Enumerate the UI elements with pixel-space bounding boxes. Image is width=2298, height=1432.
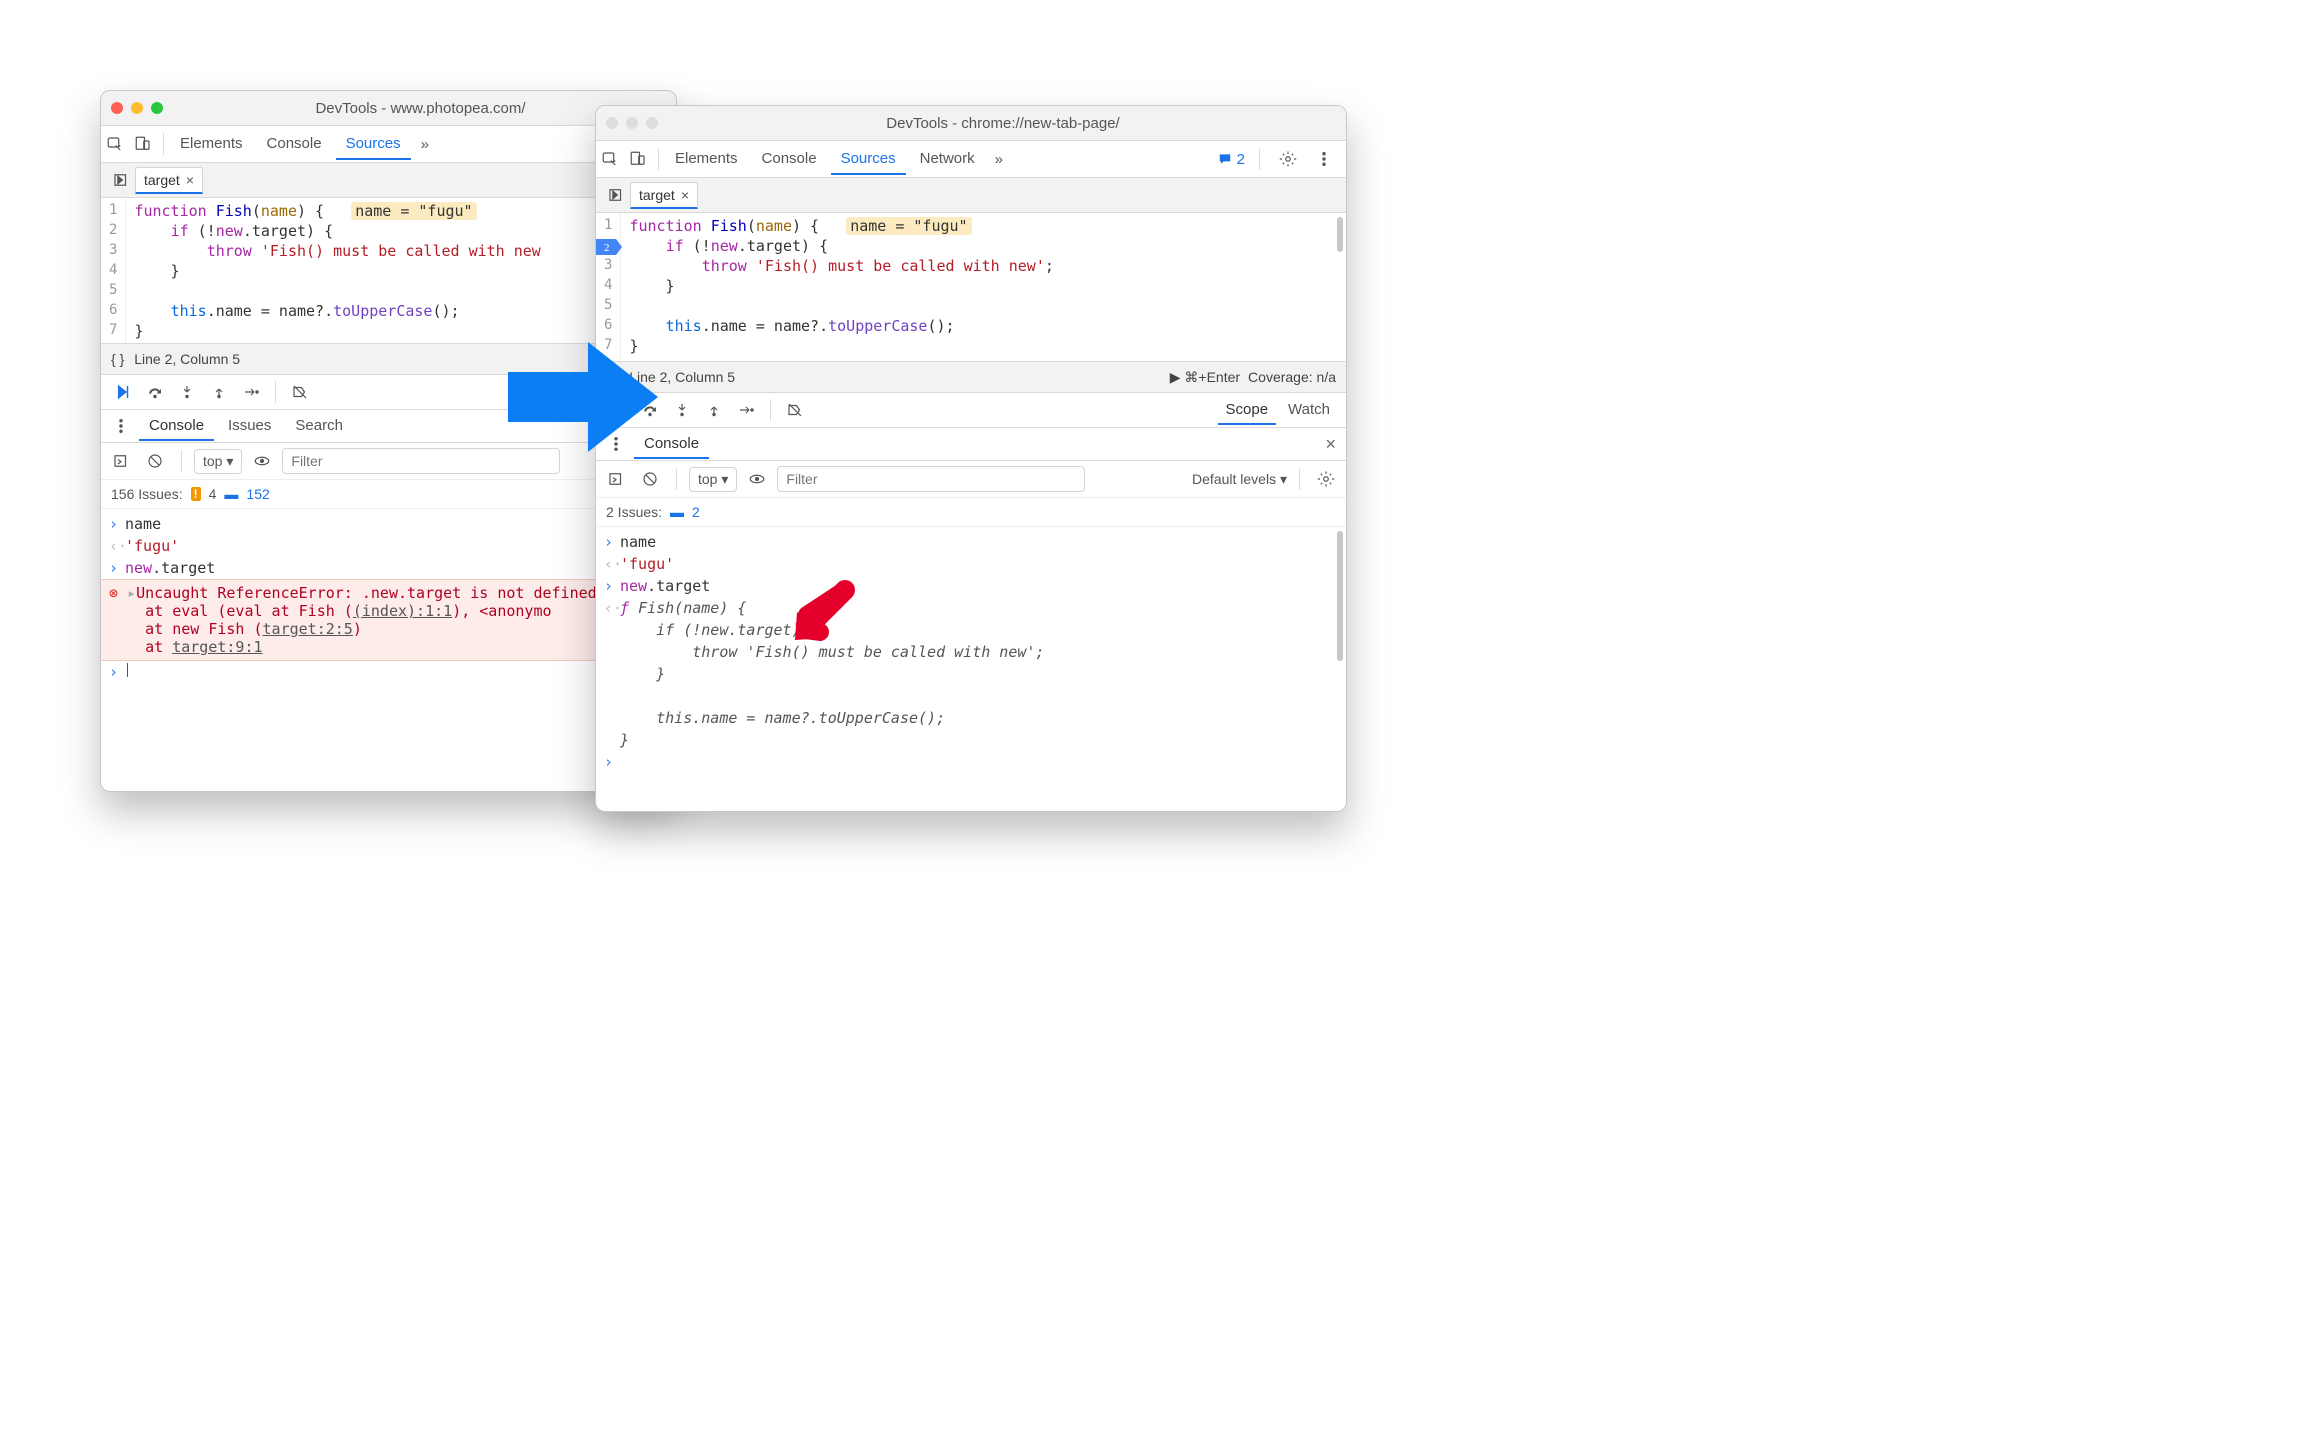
file-tab-target[interactable]: target × [135, 167, 203, 194]
inspect-icon[interactable] [596, 145, 624, 173]
inspect-icon[interactable] [101, 130, 129, 158]
breakpoint-marker[interactable]: 2 [596, 237, 626, 257]
console-output[interactable]: ›name ‹·'fugu' ›new.target ⊗ ▸Uncaught R… [101, 509, 676, 685]
console-sidebar-icon[interactable] [602, 465, 630, 493]
close-icon[interactable]: × [681, 187, 689, 203]
editor-status: { } Line 2, Column 5 ▶ ⌘+Enter Coverage:… [596, 361, 1346, 393]
issues-bar[interactable]: 2 Issues: ▬2 [596, 498, 1346, 527]
context-selector[interactable]: top ▾ [689, 467, 737, 492]
annotation-arrow-blue [498, 332, 668, 466]
message-icon: ▬ [224, 486, 238, 502]
devtools-window-right: DevTools - chrome://new-tab-page/ Elemen… [595, 105, 1347, 812]
settings-icon[interactable] [1274, 145, 1302, 173]
file-tab-target[interactable]: target × [630, 182, 698, 209]
step-out-icon[interactable] [700, 396, 728, 424]
navigator-toggle-icon[interactable] [602, 181, 630, 209]
traffic-minimize[interactable] [626, 117, 638, 129]
gutter[interactable]: 1234567 [101, 198, 126, 343]
device-toggle-icon[interactable] [129, 130, 157, 158]
deactivate-breakpoints-icon[interactable] [286, 378, 314, 406]
clear-console-icon[interactable] [636, 465, 664, 493]
step-into-icon[interactable] [668, 396, 696, 424]
close-drawer-icon[interactable]: × [1325, 434, 1336, 455]
traffic-close[interactable] [606, 117, 618, 129]
titlebar: DevTools - chrome://new-tab-page/ [596, 106, 1346, 141]
error-message[interactable]: ⊗ ▸Uncaught ReferenceError: .new.target … [101, 579, 676, 661]
tab-console[interactable]: Console [257, 129, 332, 160]
console-sidebar-icon[interactable] [107, 447, 135, 475]
step-icon[interactable] [237, 378, 265, 406]
tabs-overflow[interactable]: » [989, 151, 1009, 168]
annotation-arrow-red [785, 580, 865, 664]
code-editor[interactable]: 1234567 function Fish(name) { name = "fu… [101, 198, 676, 343]
resume-icon[interactable] [109, 378, 137, 406]
pretty-print-icon[interactable]: { } [111, 351, 124, 367]
drawer-tab-issues[interactable]: Issues [218, 412, 281, 441]
sidebar-tab-watch[interactable]: Watch [1280, 396, 1338, 425]
console-toolbar: top ▾ Default levels ▾ [596, 461, 1346, 498]
scrollbar-thumb[interactable] [1337, 217, 1343, 252]
file-tab-bar: target × [596, 178, 1346, 213]
debugger-toolbar: Scope Watch [596, 393, 1346, 428]
tab-console[interactable]: Console [752, 144, 827, 175]
step-into-icon[interactable] [173, 378, 201, 406]
message-badge[interactable]: 2 [1217, 151, 1245, 168]
window-title: DevTools - chrome://new-tab-page/ [670, 115, 1336, 132]
settings-icon[interactable] [1312, 465, 1340, 493]
console-output[interactable]: ›name ‹·'fugu' ›new.target ‹·ƒ Fish(name… [596, 527, 1346, 775]
tab-elements[interactable]: Elements [665, 144, 748, 175]
step-over-icon[interactable] [141, 378, 169, 406]
step-icon[interactable] [732, 396, 760, 424]
code-editor[interactable]: 2 1234567 function Fish(name) { name = "… [596, 213, 1346, 361]
file-tab-bar: target × [101, 163, 676, 198]
kebab-icon[interactable] [1310, 145, 1338, 173]
coverage-info: Coverage: n/a [1248, 369, 1336, 385]
deactivate-breakpoints-icon[interactable] [781, 396, 809, 424]
live-expression-icon[interactable] [248, 447, 276, 475]
issues-bar[interactable]: 156 Issues: !4 ▬152 [101, 480, 676, 509]
window-title: DevTools - www.photopea.com/ [175, 100, 666, 117]
navigator-toggle-icon[interactable] [107, 166, 135, 194]
device-toggle-icon[interactable] [624, 145, 652, 173]
scrollbar-thumb[interactable] [1337, 531, 1343, 661]
tab-elements[interactable]: Elements [170, 129, 253, 160]
tab-sources[interactable]: Sources [831, 144, 906, 175]
warning-icon: ! [191, 487, 201, 501]
tab-network[interactable]: Network [910, 144, 985, 175]
kebab-icon[interactable] [107, 412, 135, 440]
cursor-position: Line 2, Column 5 [134, 351, 240, 367]
main-toolbar: Elements Console Sources » ✕ 1 [101, 126, 676, 163]
close-icon[interactable]: × [186, 172, 194, 188]
drawer-tabs: Console × [596, 428, 1346, 461]
filter-input[interactable] [777, 466, 1085, 492]
svg-text:2: 2 [604, 242, 610, 254]
tabs-overflow[interactable]: » [415, 136, 435, 153]
titlebar: DevTools - www.photopea.com/ [101, 91, 676, 126]
main-toolbar: Elements Console Sources Network » 2 [596, 141, 1346, 178]
drawer-tab-search[interactable]: Search [285, 412, 353, 441]
sidebar-tab-scope[interactable]: Scope [1218, 396, 1277, 425]
log-levels[interactable]: Default levels ▾ [1192, 471, 1287, 488]
run-snippet[interactable]: ▶ ⌘+Enter [1170, 369, 1240, 386]
drawer-tab-console[interactable]: Console [139, 412, 214, 441]
traffic-zoom[interactable] [646, 117, 658, 129]
message-icon: ▬ [670, 504, 684, 520]
live-expression-icon[interactable] [743, 465, 771, 493]
traffic-minimize[interactable] [131, 102, 143, 114]
traffic-zoom[interactable] [151, 102, 163, 114]
clear-console-icon[interactable] [141, 447, 169, 475]
step-out-icon[interactable] [205, 378, 233, 406]
tab-sources[interactable]: Sources [336, 129, 411, 160]
context-selector[interactable]: top ▾ [194, 449, 242, 474]
traffic-close[interactable] [111, 102, 123, 114]
